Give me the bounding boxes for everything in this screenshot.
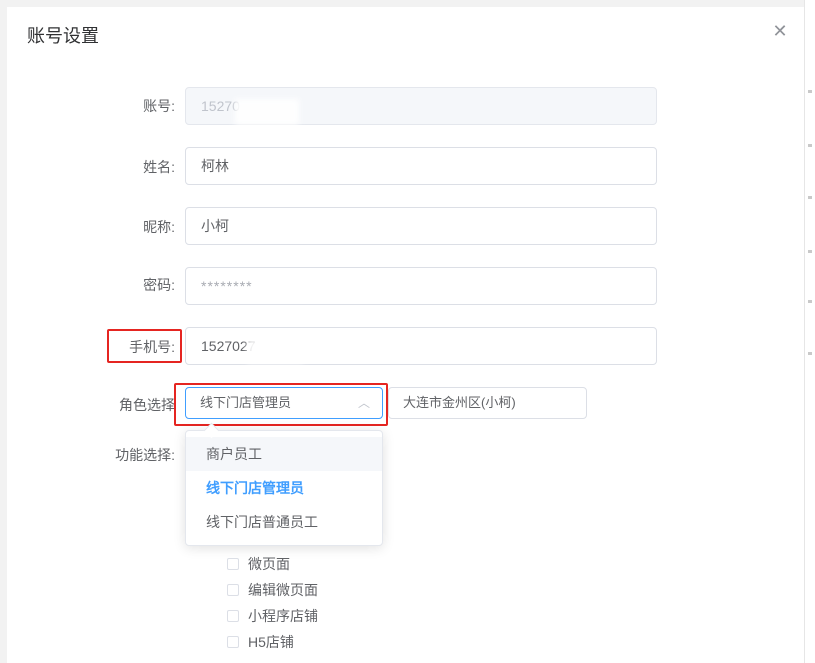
- dialog-title: 账号设置: [27, 26, 99, 46]
- account-settings-dialog: 账号设置 ✕ 账号: 15270 姓名: 柯林 昵称: 小柯 密码: *****…: [7, 7, 804, 663]
- feature-label: 编辑微页面: [248, 582, 318, 598]
- role-option[interactable]: 线下门店普通员工: [186, 505, 382, 539]
- feature-checkbox-item[interactable]: 微页面: [227, 554, 290, 574]
- nickname-value: 小柯: [201, 218, 229, 234]
- checkbox[interactable]: [227, 610, 239, 622]
- nickname-field[interactable]: 小柯: [185, 207, 657, 245]
- background-mark: [808, 196, 812, 199]
- name-field[interactable]: 柯林: [185, 147, 657, 185]
- background-mark: [808, 250, 812, 253]
- role-option[interactable]: 商户员工: [186, 437, 382, 471]
- background-mark: [808, 300, 812, 303]
- role-label: 角色选择: [119, 397, 175, 413]
- password-label: 密码:: [143, 277, 175, 293]
- nickname-label: 昵称:: [143, 219, 175, 235]
- name-label: 姓名:: [143, 159, 175, 175]
- background-mark: [808, 90, 812, 93]
- redaction-blur: [247, 339, 303, 363]
- checkbox[interactable]: [227, 584, 239, 596]
- background-mark: [808, 144, 812, 147]
- checkbox[interactable]: [227, 558, 239, 570]
- features-label: 功能选择:: [115, 447, 175, 463]
- feature-checkbox-item[interactable]: H5店铺: [227, 632, 294, 652]
- background-mark: [808, 352, 812, 355]
- feature-label: H5店铺: [248, 634, 294, 650]
- redaction-blur: [235, 99, 299, 125]
- role-select-highlight: [174, 383, 388, 426]
- password-placeholder: ********: [201, 278, 253, 294]
- name-value: 柯林: [201, 158, 229, 174]
- feature-label: 微页面: [248, 556, 290, 572]
- background-page-edge: [804, 0, 815, 663]
- account-label: 账号:: [143, 98, 175, 114]
- feature-label: 小程序店铺: [248, 608, 318, 624]
- feature-checkbox-item[interactable]: 编辑微页面: [227, 580, 318, 600]
- close-icon[interactable]: ✕: [770, 21, 790, 41]
- store-value: 大连市金州区(小柯): [403, 395, 516, 410]
- role-dropdown: 商户员工 线下门店管理员 线下门店普通员工: [185, 422, 383, 546]
- phone-label: 手机号:: [129, 339, 175, 355]
- checkbox[interactable]: [227, 636, 239, 648]
- role-option-selected[interactable]: 线下门店管理员: [186, 471, 382, 505]
- store-field[interactable]: 大连市金州区(小柯): [388, 387, 587, 419]
- feature-checkbox-item[interactable]: 小程序店铺: [227, 606, 318, 626]
- password-field[interactable]: ********: [185, 267, 657, 305]
